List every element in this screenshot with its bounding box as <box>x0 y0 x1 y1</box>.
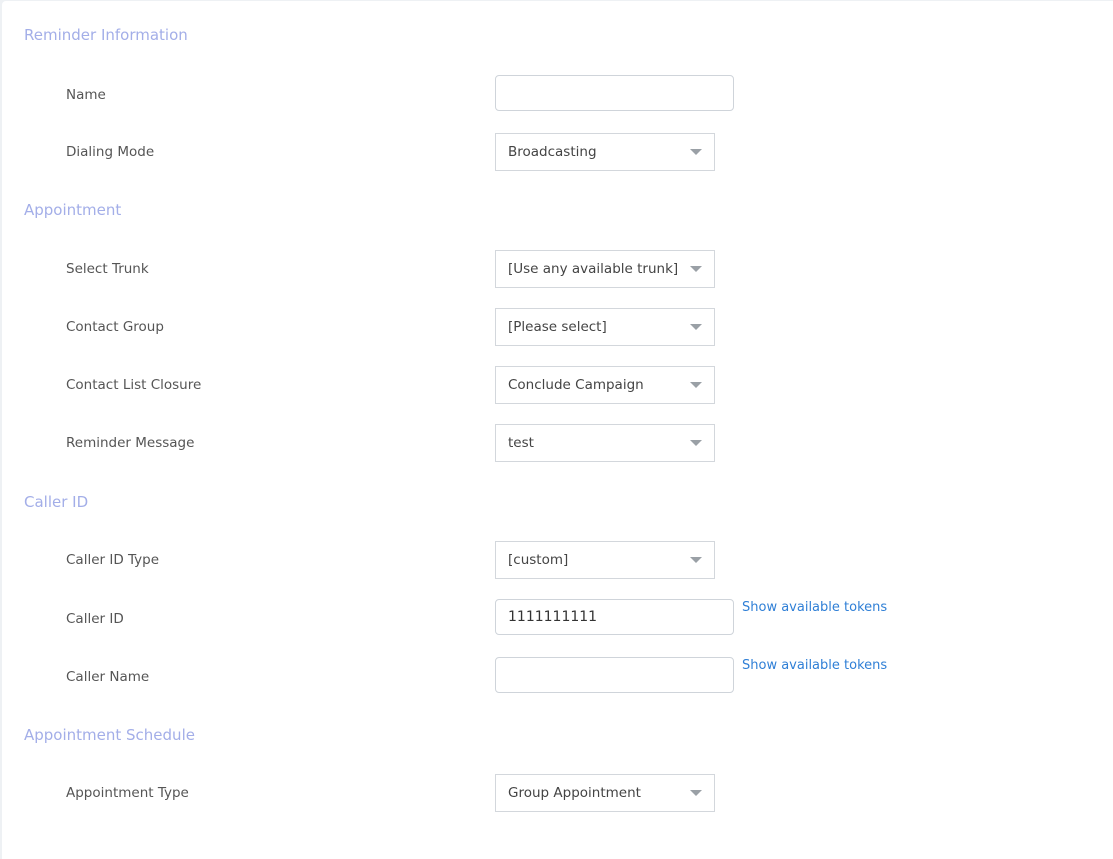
section-title-reminder-information: Reminder Information <box>24 26 188 44</box>
select-trunk-select[interactable]: [Use any available trunk] <box>495 250 715 288</box>
dialing-mode-select[interactable]: Broadcasting <box>495 133 715 171</box>
caller-name-label: Caller Name <box>66 669 150 685</box>
chevron-down-icon <box>690 557 702 563</box>
chevron-down-icon <box>690 440 702 446</box>
contact-group-label: Contact Group <box>66 319 164 335</box>
contact-list-closure-label: Contact List Closure <box>66 377 202 393</box>
show-tokens-link-caller-name[interactable]: Show available tokens <box>742 658 887 673</box>
caller-id-type-label: Caller ID Type <box>66 552 160 568</box>
dialing-mode-value: Broadcasting <box>508 144 597 160</box>
name-label: Name <box>66 87 106 103</box>
chevron-down-icon <box>690 266 702 272</box>
appointment-type-select[interactable]: Group Appointment <box>495 774 715 812</box>
section-title-caller-id: Caller ID <box>24 493 89 511</box>
section-title-appointment-schedule: Appointment Schedule <box>24 726 195 744</box>
contact-group-select[interactable]: [Please select] <box>495 308 715 346</box>
chevron-down-icon <box>690 149 702 155</box>
caller-name-input[interactable] <box>495 657 734 693</box>
chevron-down-icon <box>690 324 702 330</box>
name-input[interactable] <box>495 75 734 111</box>
dialing-mode-label: Dialing Mode <box>66 144 155 160</box>
contact-list-closure-select[interactable]: Conclude Campaign <box>495 366 715 404</box>
reminder-message-label: Reminder Message <box>66 435 195 451</box>
contact-group-value: [Please select] <box>508 319 607 335</box>
caller-id-label: Caller ID <box>66 611 124 627</box>
contact-list-closure-value: Conclude Campaign <box>508 377 644 393</box>
reminder-message-select[interactable]: test <box>495 424 715 462</box>
section-title-appointment: Appointment <box>24 201 122 219</box>
select-trunk-label: Select Trunk <box>66 261 149 277</box>
caller-id-input[interactable] <box>495 599 734 635</box>
appointment-type-value: Group Appointment <box>508 785 641 801</box>
caller-id-type-value: [custom] <box>508 552 569 568</box>
caller-id-type-select[interactable]: [custom] <box>495 541 715 579</box>
chevron-down-icon <box>690 790 702 796</box>
show-tokens-link-caller-id[interactable]: Show available tokens <box>742 600 887 615</box>
select-trunk-value: [Use any available trunk] <box>508 261 679 277</box>
appointment-type-label: Appointment Type <box>66 785 189 801</box>
form-panel: Reminder Information Name Dialing Mode B… <box>2 1 1113 859</box>
reminder-message-value: test <box>508 435 534 451</box>
chevron-down-icon <box>690 382 702 388</box>
